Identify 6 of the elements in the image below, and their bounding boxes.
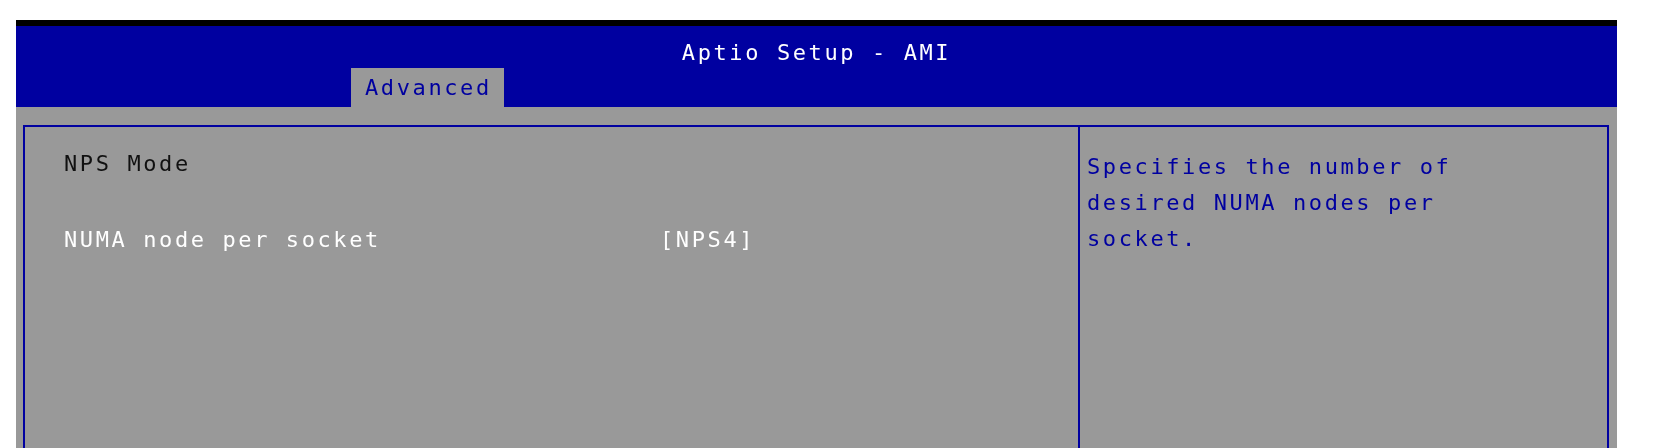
setting-label[interactable]: NUMA node per socket [64,225,660,263]
help-text: Specifies the number of desired NUMA nodes per socket. [1087,153,1453,253]
window-title: Aptio Setup - AMI [680,39,953,67]
tab[interactable]: Advanced [351,68,504,107]
setting-value[interactable]: [NPS4] [660,225,756,263]
section-heading: NPS Mode [64,150,191,178]
